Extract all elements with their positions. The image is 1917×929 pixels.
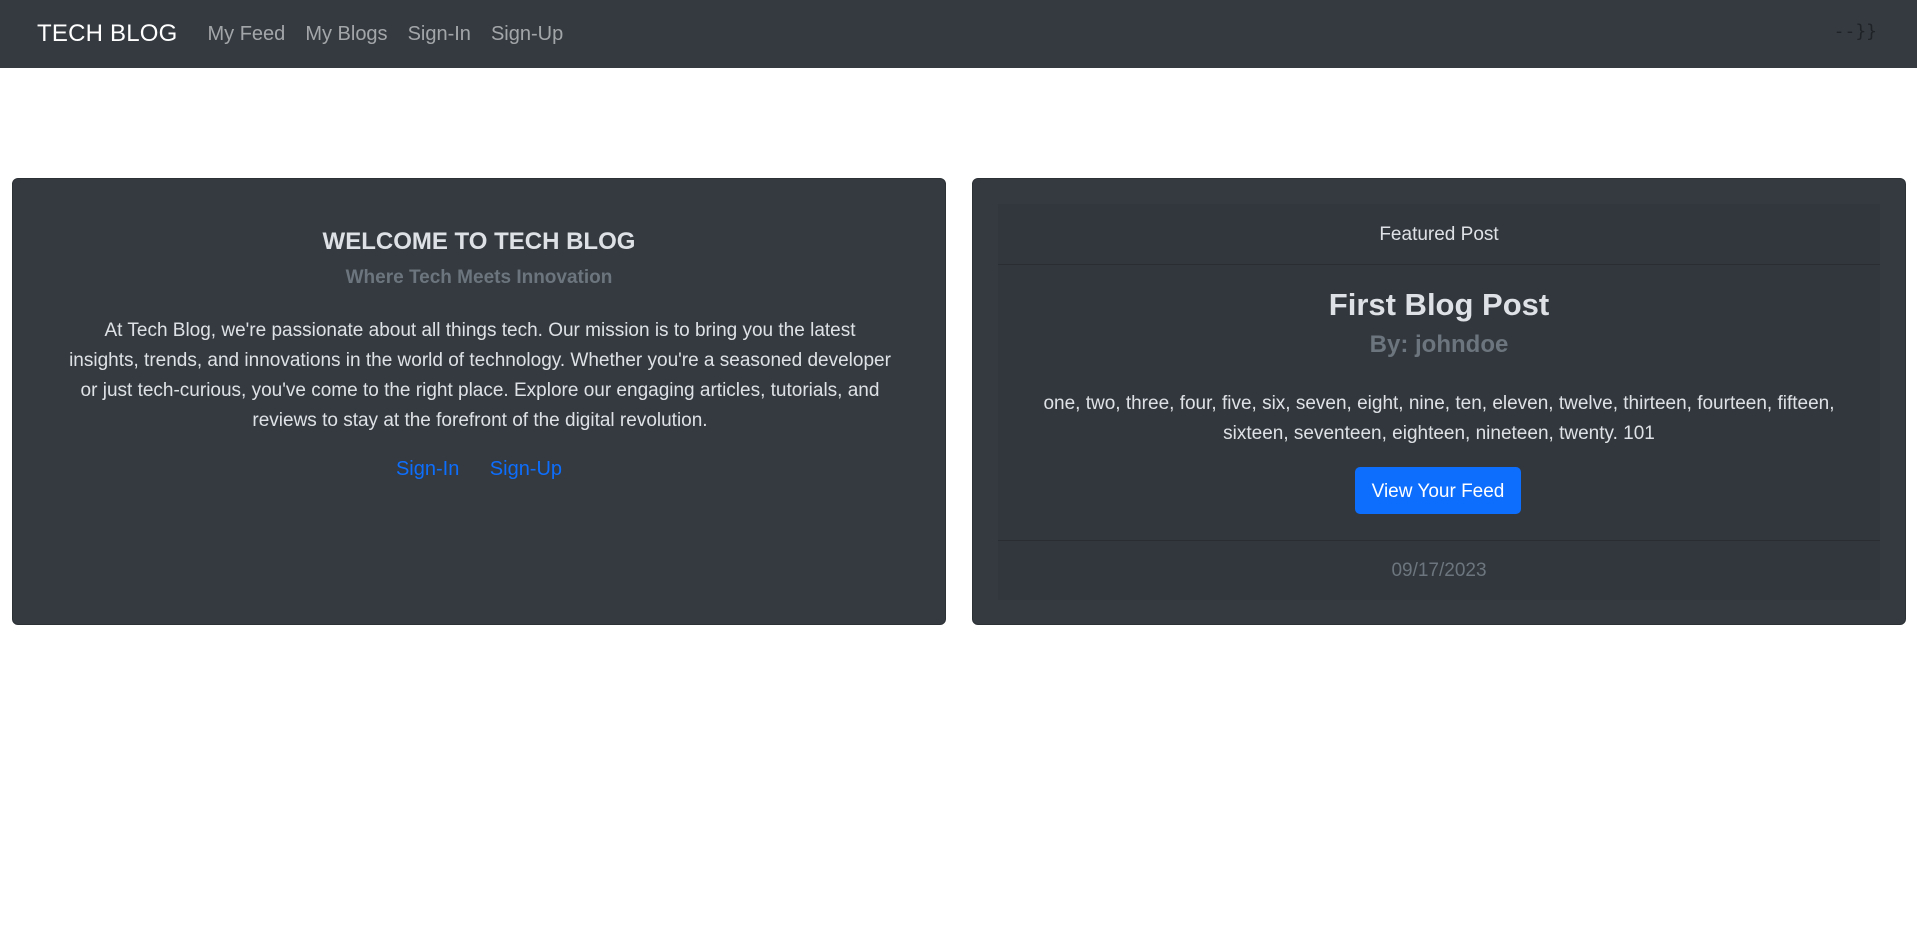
post-title: First Blog Post [1328, 287, 1550, 322]
featured-post-card: Featured Post First Blog Post By: johndo… [972, 178, 1906, 625]
post-author: By: johndoe [1369, 331, 1509, 358]
nav-link-my-blogs[interactable]: My Blogs [305, 23, 387, 46]
post-date: 09/17/2023 [998, 540, 1880, 600]
featured-post-header: Featured Post [998, 204, 1880, 265]
nav-link-my-feed[interactable]: My Feed [208, 23, 286, 46]
welcome-sign-up-link[interactable]: Sign-Up [490, 458, 562, 480]
welcome-sign-in-link[interactable]: Sign-In [396, 458, 459, 480]
navbar-right-text: --}} [1833, 21, 1877, 42]
nav-link-sign-in[interactable]: Sign-In [408, 23, 471, 46]
featured-post-panel: Featured Post First Blog Post By: johndo… [998, 204, 1880, 600]
brand-link[interactable]: TECH BLOG [37, 20, 178, 48]
top-navbar: TECH BLOG My Feed My Blogs Sign-In Sign-… [0, 0, 1917, 68]
welcome-description: At Tech Blog, we're passionate about all… [69, 320, 891, 431]
welcome-title: WELCOME TO TECH BLOG [322, 228, 636, 255]
welcome-links: Sign-In Sign-Up [13, 458, 945, 481]
welcome-subtitle: Where Tech Meets Innovation [345, 267, 613, 288]
welcome-card: WELCOME TO TECH BLOG Where Tech Meets In… [12, 178, 946, 625]
post-body: one, two, three, four, five, six, seven,… [1043, 393, 1835, 444]
view-your-feed-button[interactable]: View Your Feed [1355, 467, 1521, 514]
nav-link-sign-up[interactable]: Sign-Up [491, 23, 563, 46]
